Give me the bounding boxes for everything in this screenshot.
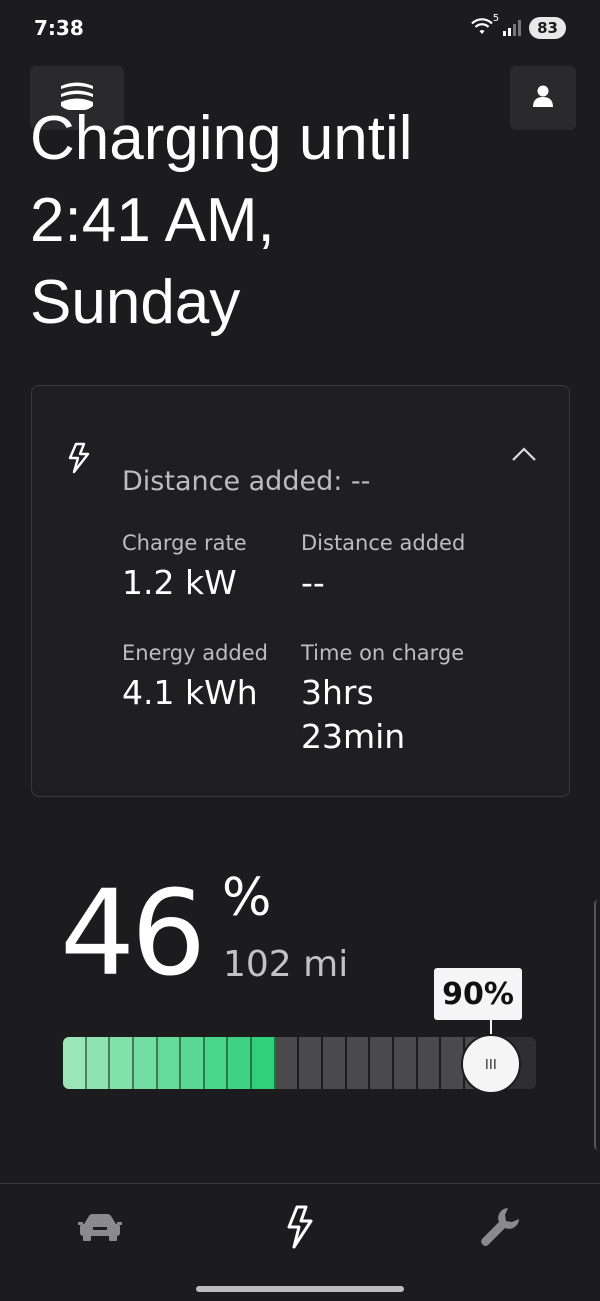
stat-label: Charge rate: [122, 531, 247, 555]
signal-icon: [503, 20, 522, 36]
wrench-icon: [478, 1205, 522, 1253]
charge-bar-segment: [417, 1037, 442, 1089]
stat-label: Energy added: [122, 641, 268, 665]
battery-percent: 46: [60, 864, 206, 1002]
charge-bar-segment: [204, 1037, 229, 1089]
nav-service[interactable]: [470, 1204, 530, 1254]
charge-bar-segment: [133, 1037, 158, 1089]
lightning-bolt-icon: [66, 442, 92, 478]
charge-bar-segment: [323, 1037, 347, 1089]
bottom-navigation: [0, 1183, 600, 1301]
stat-energy-added: Energy added 4.1 kWh: [122, 641, 302, 715]
charging-headline: Charging until 2:41 AM, Sunday: [30, 110, 413, 337]
scroll-edge-indicator: [594, 900, 600, 1150]
range-estimate: 102 mi: [223, 944, 349, 985]
stat-label: Distance added: [301, 531, 466, 555]
stat-distance-added: Distance added --: [301, 531, 541, 605]
charge-bar-segment: [346, 1037, 371, 1089]
charge-bar-segment: [110, 1037, 134, 1089]
charge-bar-segment: [228, 1037, 253, 1089]
charge-bar-segment: [299, 1037, 324, 1089]
charge-limit-slider-handle[interactable]: [461, 1034, 521, 1094]
nav-charging[interactable]: [270, 1204, 330, 1254]
wifi-label: 5: [492, 13, 500, 24]
charge-bar-segment: [393, 1037, 418, 1089]
nav-car[interactable]: [70, 1204, 130, 1254]
chevron-up-icon[interactable]: [511, 446, 537, 466]
stat-value: 1.2 kW: [122, 563, 237, 602]
grip-icon: [484, 1055, 498, 1074]
stat-label: Time on charge: [301, 641, 465, 665]
charge-bar-segment: [157, 1037, 182, 1089]
charge-bar-segment: [370, 1037, 394, 1089]
status-time: 7:38: [34, 16, 84, 40]
stat-value: --: [301, 563, 325, 602]
charge-bar-segment: [252, 1037, 276, 1089]
person-icon: [532, 84, 554, 112]
charge-bar-segment: [63, 1037, 87, 1089]
charge-limit-tag: 90%: [434, 968, 522, 1020]
home-indicator: [196, 1286, 404, 1292]
wifi-icon: 5: [471, 13, 499, 38]
stat-value: 3hrs 23min: [301, 673, 406, 756]
battery-indicator: 83: [529, 17, 566, 39]
distance-summary: Distance added: --: [122, 466, 371, 497]
charge-bar-segment: [86, 1037, 111, 1089]
charging-details-card[interactable]: Distance added: -- Charge rate 1.2 kW Di…: [31, 385, 570, 797]
stat-time-on-charge: Time on charge 3hrs 23min: [301, 641, 541, 759]
stat-value: 4.1 kWh: [122, 673, 258, 712]
stat-charge-rate: Charge rate 1.2 kW: [122, 531, 302, 605]
charge-bar-segment: [275, 1037, 300, 1089]
status-icons: 5 83: [471, 13, 566, 39]
lightning-bolt-icon: [285, 1205, 315, 1253]
charge-bar-segment: [181, 1037, 205, 1089]
percent-sign: %: [222, 868, 272, 928]
car-icon: [78, 1212, 122, 1246]
status-bar: 7:38 5 83: [0, 0, 600, 56]
charging-headline-container: Charging until 2:41 AM, Sunday: [30, 110, 570, 360]
